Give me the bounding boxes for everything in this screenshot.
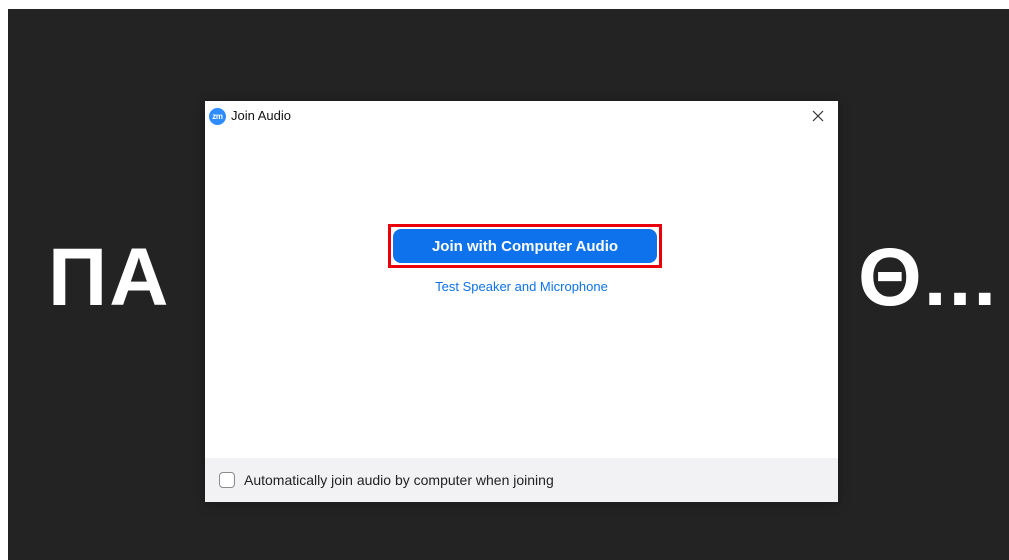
auto-join-audio-checkbox[interactable]: [219, 472, 235, 488]
auto-join-audio-label[interactable]: Automatically join audio by computer whe…: [244, 472, 554, 488]
participant-name-right: Θ...: [858, 232, 999, 323]
highlight-outline: Join with Computer Audio: [388, 224, 662, 268]
test-speaker-and-microphone-link[interactable]: Test Speaker and Microphone: [205, 279, 838, 294]
zoom-app-icon: zm: [209, 108, 226, 125]
participant-name-left: ΠΑ: [48, 232, 171, 323]
dialog-titlebar: zm Join Audio: [205, 101, 838, 131]
join-audio-dialog: zm Join Audio Join with Computer Audio T…: [205, 101, 838, 502]
close-button[interactable]: [804, 104, 832, 128]
close-icon: [812, 110, 824, 122]
dialog-footer: Automatically join audio by computer whe…: [205, 458, 838, 502]
dialog-title: Join Audio: [231, 108, 291, 123]
join-with-computer-audio-button[interactable]: Join with Computer Audio: [393, 229, 657, 263]
